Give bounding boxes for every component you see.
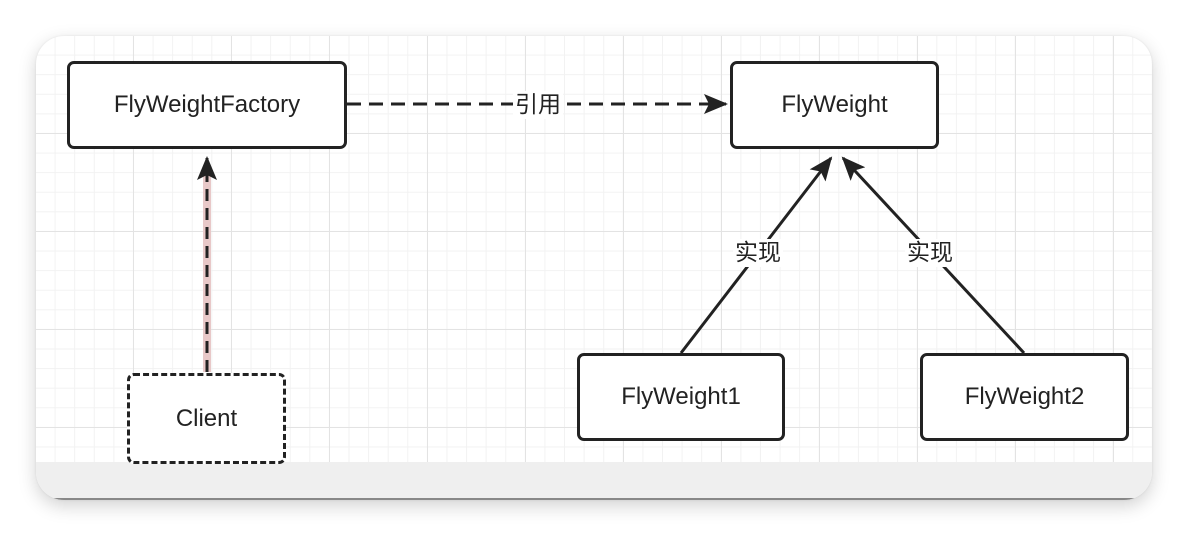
client-label: Client: [175, 404, 238, 432]
implements-edge-label-1: 实现: [733, 239, 783, 267]
reference-edge-label: 引用: [513, 91, 563, 119]
flyweight-label: FlyWeight: [781, 91, 888, 118]
flyweight-factory-node[interactable]: FlyWeightFactory: [67, 61, 347, 149]
flyweight1-node[interactable]: FlyWeight1: [577, 353, 785, 441]
flyweight2-node[interactable]: FlyWeight2: [920, 353, 1129, 441]
flyweight2-label: FlyWeight2: [964, 383, 1085, 410]
flyweight-factory-label: FlyWeightFactory: [113, 91, 301, 118]
flyweight-node[interactable]: FlyWeight: [730, 61, 939, 149]
flyweight1-label: FlyWeight1: [621, 383, 741, 410]
client-node[interactable]: Client: [127, 373, 286, 464]
implements-edge-label-2: 实现: [905, 239, 955, 267]
